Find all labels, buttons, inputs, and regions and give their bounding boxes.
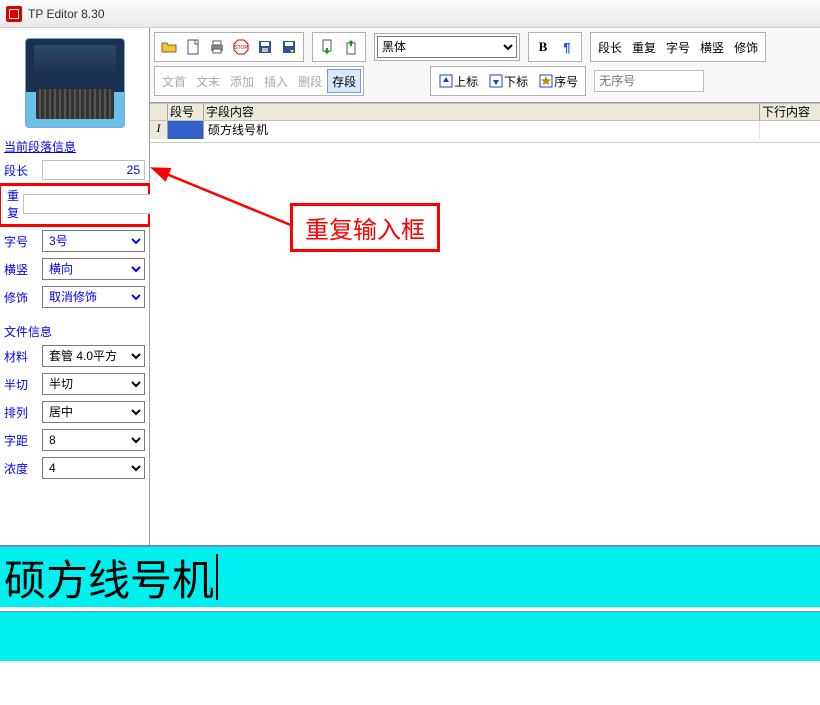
prop-material: 材料 套管 4.0平方 — [0, 342, 149, 370]
grid-row-indicator: I — [150, 121, 168, 139]
up-arrow-icon — [438, 73, 454, 89]
repeat-button[interactable]: 重复 — [627, 35, 661, 59]
grid-row[interactable]: I 硕方线号机 — [150, 121, 820, 139]
sup-sub-group: 上标 下标 序号 — [430, 66, 586, 96]
svg-text:STOP: STOP — [234, 45, 248, 51]
saveas-button[interactable] — [277, 35, 301, 59]
print-button[interactable] — [205, 35, 229, 59]
star-icon — [538, 73, 554, 89]
sequence-label: 序号 — [554, 73, 578, 90]
seg-len-button[interactable]: 段长 — [593, 35, 627, 59]
preview-spacer — [0, 665, 820, 705]
preview-text: 硕方线号机 — [4, 547, 214, 608]
prop-orientation: 横竖 横向 — [0, 255, 149, 283]
add-button[interactable]: 添加 — [225, 69, 259, 93]
orientation-label: 横竖 — [4, 261, 38, 278]
sequence-button[interactable]: 序号 — [533, 69, 583, 93]
insert-button[interactable]: 插入 — [259, 69, 293, 93]
spacing-label: 字距 — [4, 432, 38, 449]
subscript-button[interactable]: 下标 — [483, 69, 533, 93]
prop-repeat: 重复 — [1, 186, 148, 224]
sequence-input[interactable] — [594, 70, 704, 92]
halfcut-select[interactable]: 半切 — [42, 373, 145, 395]
grid-header-indicator — [150, 104, 168, 120]
app-title: TP Editor 8.30 — [28, 7, 105, 21]
superscript-label: 上标 — [454, 73, 478, 90]
import-button[interactable] — [315, 35, 339, 59]
prop-seg-length: 段长 25 — [0, 157, 149, 183]
prop-spacing: 字距 8 — [0, 426, 149, 454]
prop-density: 浓度 4 — [0, 454, 149, 482]
decoration-label: 修饰 — [4, 289, 38, 306]
grid-header: 段号 字段内容 下行内容 — [150, 103, 820, 121]
subscript-label: 下标 — [504, 73, 528, 90]
repeat-highlight: 重复 — [0, 183, 151, 227]
spacing-select[interactable]: 8 — [42, 429, 145, 451]
annotation-label: 重复输入框 — [290, 203, 440, 252]
material-label: 材料 — [4, 348, 38, 365]
saveseg-button[interactable]: 存段 — [327, 69, 361, 93]
prop-font-size: 字号 3号 — [0, 227, 149, 255]
grid-header-seg: 段号 — [168, 104, 204, 120]
down-arrow-icon — [488, 73, 504, 89]
font-size-label: 字号 — [4, 233, 38, 250]
edit-group: 文首 文末 添加 插入 删段 存段 — [154, 66, 364, 96]
material-select[interactable]: 套管 4.0平方 — [42, 345, 145, 367]
font-group: 黑体 — [374, 33, 520, 61]
section-file-info: 文件信息 — [0, 321, 149, 342]
seg-length-label: 段长 — [4, 162, 38, 179]
orient-button[interactable]: 横竖 — [695, 35, 729, 59]
grid-row-seg — [168, 121, 204, 139]
export-button[interactable] — [339, 35, 363, 59]
prop-align: 排列 居中 — [0, 398, 149, 426]
save-button[interactable] — [253, 35, 277, 59]
title-bar: TP Editor 8.30 — [0, 0, 820, 28]
text-cursor — [216, 554, 218, 600]
preview-panel: 硕方线号机 — [0, 545, 820, 705]
superscript-button[interactable]: 上标 — [433, 69, 483, 93]
new-button[interactable] — [181, 35, 205, 59]
file-tool-group: STOP — [154, 32, 304, 62]
repeat-label: 重复 — [7, 187, 19, 221]
decoration-select[interactable]: 取消修饰 — [42, 286, 145, 308]
font-button[interactable]: 字号 — [661, 35, 695, 59]
font-size-select[interactable]: 3号 — [42, 230, 145, 252]
align-select[interactable]: 居中 — [42, 401, 145, 423]
section-current-paragraph: 当前段落信息 — [0, 136, 149, 157]
app-icon — [6, 6, 22, 22]
home-button[interactable]: 文首 — [157, 69, 191, 93]
grid-header-next: 下行内容 — [760, 104, 820, 120]
paragraph-button[interactable]: ¶ — [555, 35, 579, 59]
preview-band-2 — [0, 611, 820, 665]
align-label: 排列 — [4, 404, 38, 421]
prop-decoration: 修饰 取消修饰 — [0, 283, 149, 311]
style-group: B ¶ — [528, 32, 582, 62]
preview-band-1: 硕方线号机 — [0, 547, 820, 611]
prop-halfcut: 半切 半切 — [0, 370, 149, 398]
decor-button[interactable]: 修饰 — [729, 35, 763, 59]
end-button[interactable]: 文末 — [191, 69, 225, 93]
stop-button[interactable]: STOP — [229, 35, 253, 59]
font-family-select[interactable]: 黑体 — [377, 36, 517, 58]
device-image — [25, 38, 125, 128]
bold-button[interactable]: B — [531, 35, 555, 59]
grid-row-next — [760, 121, 820, 139]
toolbar: STOP 黑体 B ¶ 段长 重复 字号 — [150, 28, 820, 103]
import-export-group — [312, 32, 366, 62]
grid-row-content: 硕方线号机 — [204, 121, 760, 139]
grid-header-content: 字段内容 — [204, 104, 760, 120]
seg-length-value: 25 — [42, 160, 145, 180]
open-button[interactable] — [157, 35, 181, 59]
segment-grid: 段号 字段内容 下行内容 I 硕方线号机 — [150, 103, 820, 143]
density-select[interactable]: 4 — [42, 457, 145, 479]
density-label: 浓度 — [4, 460, 38, 477]
halfcut-label: 半切 — [4, 376, 38, 393]
seg-props-group: 段长 重复 字号 横竖 修饰 — [590, 32, 766, 62]
orientation-select[interactable]: 横向 — [42, 258, 145, 280]
delseg-button[interactable]: 删段 — [293, 69, 327, 93]
